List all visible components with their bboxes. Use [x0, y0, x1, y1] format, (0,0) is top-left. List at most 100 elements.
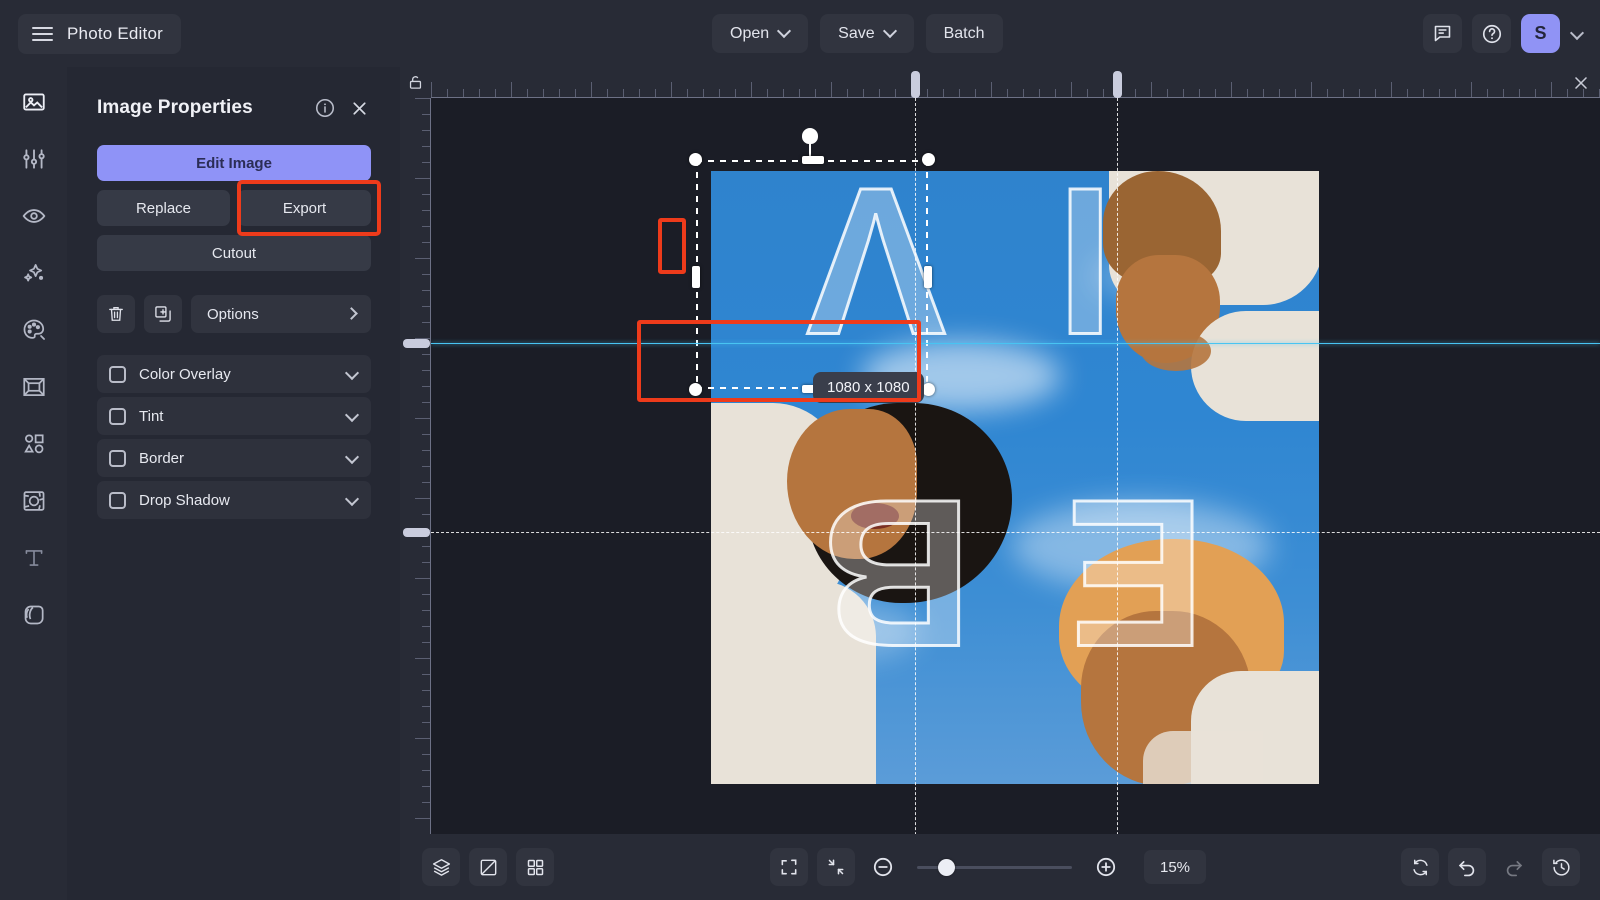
- open-label: Open: [730, 25, 769, 43]
- zoom-slider[interactable]: [917, 857, 1072, 877]
- border-checkbox[interactable]: [109, 450, 126, 467]
- guide-marker-vertical[interactable]: [403, 339, 430, 348]
- zoom-in-button[interactable]: [1087, 848, 1125, 886]
- hamburger-icon: [32, 27, 53, 41]
- options-label: Options: [207, 306, 347, 323]
- resize-handle-top-center[interactable]: [802, 156, 824, 164]
- resize-handle-middle-left[interactable]: [692, 266, 700, 288]
- effect-row-drop-shadow[interactable]: Drop Shadow: [97, 481, 371, 519]
- sidebar-item-effects[interactable]: [16, 255, 52, 291]
- avatar-initial: S: [1534, 23, 1546, 44]
- fit-screen-icon: [779, 857, 799, 877]
- panel-close-button[interactable]: [346, 95, 372, 121]
- grid-four-icon: [525, 857, 546, 878]
- sliders-icon: [21, 146, 47, 172]
- chevron-down-icon: [885, 26, 896, 37]
- sidebar-item-layers[interactable]: [16, 597, 52, 633]
- chevron-down-icon[interactable]: [346, 368, 358, 380]
- layers-panel-button[interactable]: [422, 848, 460, 886]
- chevron-down-icon[interactable]: [346, 410, 358, 422]
- undo-button[interactable]: [1448, 848, 1486, 886]
- app-menu-button[interactable]: Photo Editor: [18, 14, 181, 54]
- effect-row-tint[interactable]: Tint: [97, 397, 371, 435]
- cutout-button[interactable]: Cutout: [97, 235, 371, 271]
- batch-button[interactable]: Batch: [926, 14, 1003, 53]
- export-button[interactable]: Export: [238, 190, 371, 226]
- compare-button[interactable]: [469, 848, 507, 886]
- redo-button[interactable]: [1495, 848, 1533, 886]
- resize-handle-top-left[interactable]: [689, 153, 702, 166]
- ruler-lock-button[interactable]: [400, 67, 431, 98]
- comment-icon: [1432, 23, 1453, 44]
- drop-shadow-checkbox[interactable]: [109, 492, 126, 509]
- artboard-image[interactable]: V I B E: [711, 171, 1319, 784]
- sidebar-item-text[interactable]: [16, 540, 52, 576]
- save-button[interactable]: Save: [820, 14, 913, 53]
- object-tools-row: Options: [97, 295, 371, 333]
- account-chevron-down-icon[interactable]: [1570, 26, 1586, 42]
- guide-marker-vertical[interactable]: [403, 528, 430, 537]
- help-button[interactable]: [1472, 14, 1511, 53]
- rotate-handle[interactable]: [802, 128, 818, 144]
- effect-label: Drop Shadow: [139, 492, 346, 509]
- fit-screen-button[interactable]: [770, 848, 808, 886]
- replace-button[interactable]: Replace: [97, 190, 230, 226]
- frame-icon: [21, 374, 47, 400]
- refresh-icon: [1410, 857, 1431, 878]
- guide-marker-horizontal[interactable]: [1113, 71, 1122, 98]
- image-icon: [21, 89, 47, 115]
- effects-list: Color Overlay Tint Border Drop Shadow: [97, 355, 371, 519]
- size-tooltip: 1080 x 1080: [813, 372, 924, 403]
- sidebar-item-adjust[interactable]: [16, 141, 52, 177]
- zoom-slider-thumb[interactable]: [938, 859, 955, 876]
- replace-export-row: Replace Export: [97, 190, 371, 226]
- panel-header: Image Properties: [97, 91, 372, 125]
- history-button[interactable]: [1542, 848, 1580, 886]
- zoom-level-input[interactable]: 15%: [1144, 850, 1206, 884]
- feedback-button[interactable]: [1423, 14, 1462, 53]
- color-overlay-checkbox[interactable]: [109, 366, 126, 383]
- sidebar-item-frame[interactable]: [16, 369, 52, 405]
- reset-button[interactable]: [1401, 848, 1439, 886]
- sidebar-item-shapes[interactable]: [16, 426, 52, 462]
- guide-marker-horizontal[interactable]: [911, 71, 920, 98]
- delete-button[interactable]: [97, 295, 135, 333]
- avatar[interactable]: S: [1521, 14, 1560, 53]
- layers-icon: [431, 857, 452, 878]
- options-button[interactable]: Options: [191, 295, 371, 333]
- question-circle-icon: [1481, 23, 1503, 45]
- ruler-horizontal[interactable]: [431, 67, 1600, 98]
- duplicate-button[interactable]: [144, 295, 182, 333]
- page-title: Image Properties: [97, 97, 304, 119]
- sidebar-item-image[interactable]: [16, 84, 52, 120]
- layers-stack-icon: [21, 602, 47, 628]
- grid-button[interactable]: [516, 848, 554, 886]
- shrink-button[interactable]: [817, 848, 855, 886]
- tint-checkbox[interactable]: [109, 408, 126, 425]
- eye-icon: [21, 203, 47, 229]
- zoom-out-button[interactable]: [864, 848, 902, 886]
- effect-row-border[interactable]: Border: [97, 439, 371, 477]
- tool-rail: [0, 67, 67, 900]
- canvas-viewport[interactable]: V I B E 1080 x 1080: [431, 98, 1600, 900]
- sidebar-item-mask[interactable]: [16, 483, 52, 519]
- effect-label: Tint: [139, 408, 346, 425]
- save-label: Save: [838, 25, 874, 43]
- image-properties-panel: Image Properties Edit Image Replace Expo…: [67, 67, 400, 900]
- panel-info-button[interactable]: [312, 95, 338, 121]
- open-button[interactable]: Open: [712, 14, 808, 53]
- edit-image-button[interactable]: Edit Image: [97, 145, 371, 181]
- sparkles-icon: [21, 260, 47, 286]
- chevron-down-icon[interactable]: [346, 494, 358, 506]
- canvas-close-button[interactable]: [1568, 70, 1594, 96]
- chevron-down-icon[interactable]: [346, 452, 358, 464]
- resize-handle-top-right[interactable]: [922, 153, 935, 166]
- resize-handle-bottom-left[interactable]: [689, 383, 702, 396]
- ruler-vertical[interactable]: [400, 98, 431, 900]
- info-circle-icon: [314, 97, 336, 119]
- sidebar-item-retouch[interactable]: [16, 198, 52, 234]
- effect-row-color-overlay[interactable]: Color Overlay: [97, 355, 371, 393]
- sidebar-item-paint[interactable]: [16, 312, 52, 348]
- artboard-letter: V: [806, 177, 946, 345]
- artboard-letter: B: [821, 489, 973, 657]
